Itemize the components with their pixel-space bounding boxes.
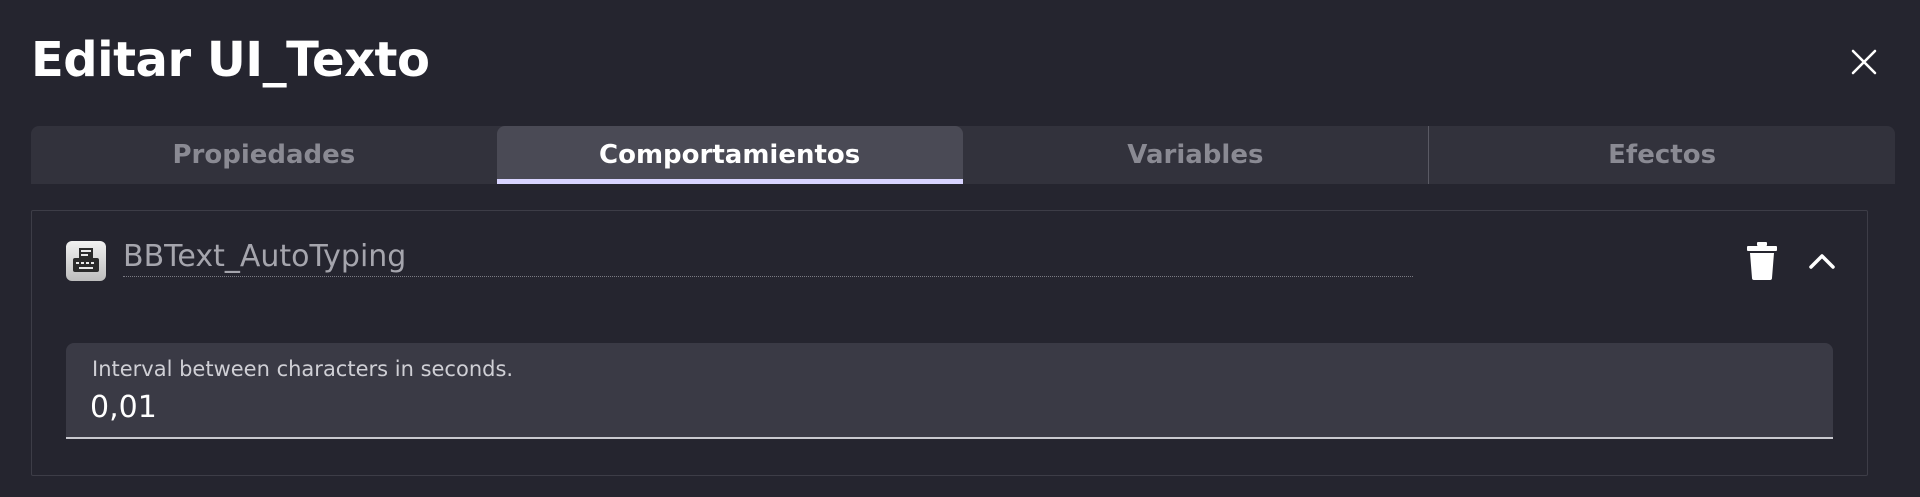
- interval-field: Interval between characters in seconds.: [66, 343, 1833, 439]
- close-icon: [1851, 49, 1877, 75]
- close-button[interactable]: [1846, 44, 1882, 80]
- tab-variables[interactable]: Variables: [963, 126, 1429, 184]
- chevron-up-icon: [1809, 254, 1835, 269]
- tab-propiedades[interactable]: Propiedades: [31, 126, 497, 184]
- behavior-name-field[interactable]: BBText_AutoTyping: [123, 237, 1413, 277]
- interval-field-label: Interval between characters in seconds.: [92, 357, 514, 381]
- tab-comportamientos[interactable]: Comportamientos: [496, 126, 963, 184]
- delete-behavior-button[interactable]: [1742, 239, 1782, 283]
- tab-efectos[interactable]: Efectos: [1429, 126, 1895, 184]
- collapse-behavior-button[interactable]: [1802, 241, 1842, 281]
- dialog-title: Editar UI_Texto: [31, 32, 430, 88]
- tab-bar: Propiedades Comportamientos Variables Ef…: [31, 126, 1895, 184]
- trash-icon: [1747, 242, 1777, 280]
- typewriter-icon: [66, 241, 106, 281]
- edit-object-dialog: Editar UI_Texto Propiedades Comportamien…: [0, 0, 1920, 497]
- behavior-panel: BBText_AutoTyping Interval between chara…: [31, 210, 1868, 476]
- interval-input[interactable]: [90, 385, 1790, 429]
